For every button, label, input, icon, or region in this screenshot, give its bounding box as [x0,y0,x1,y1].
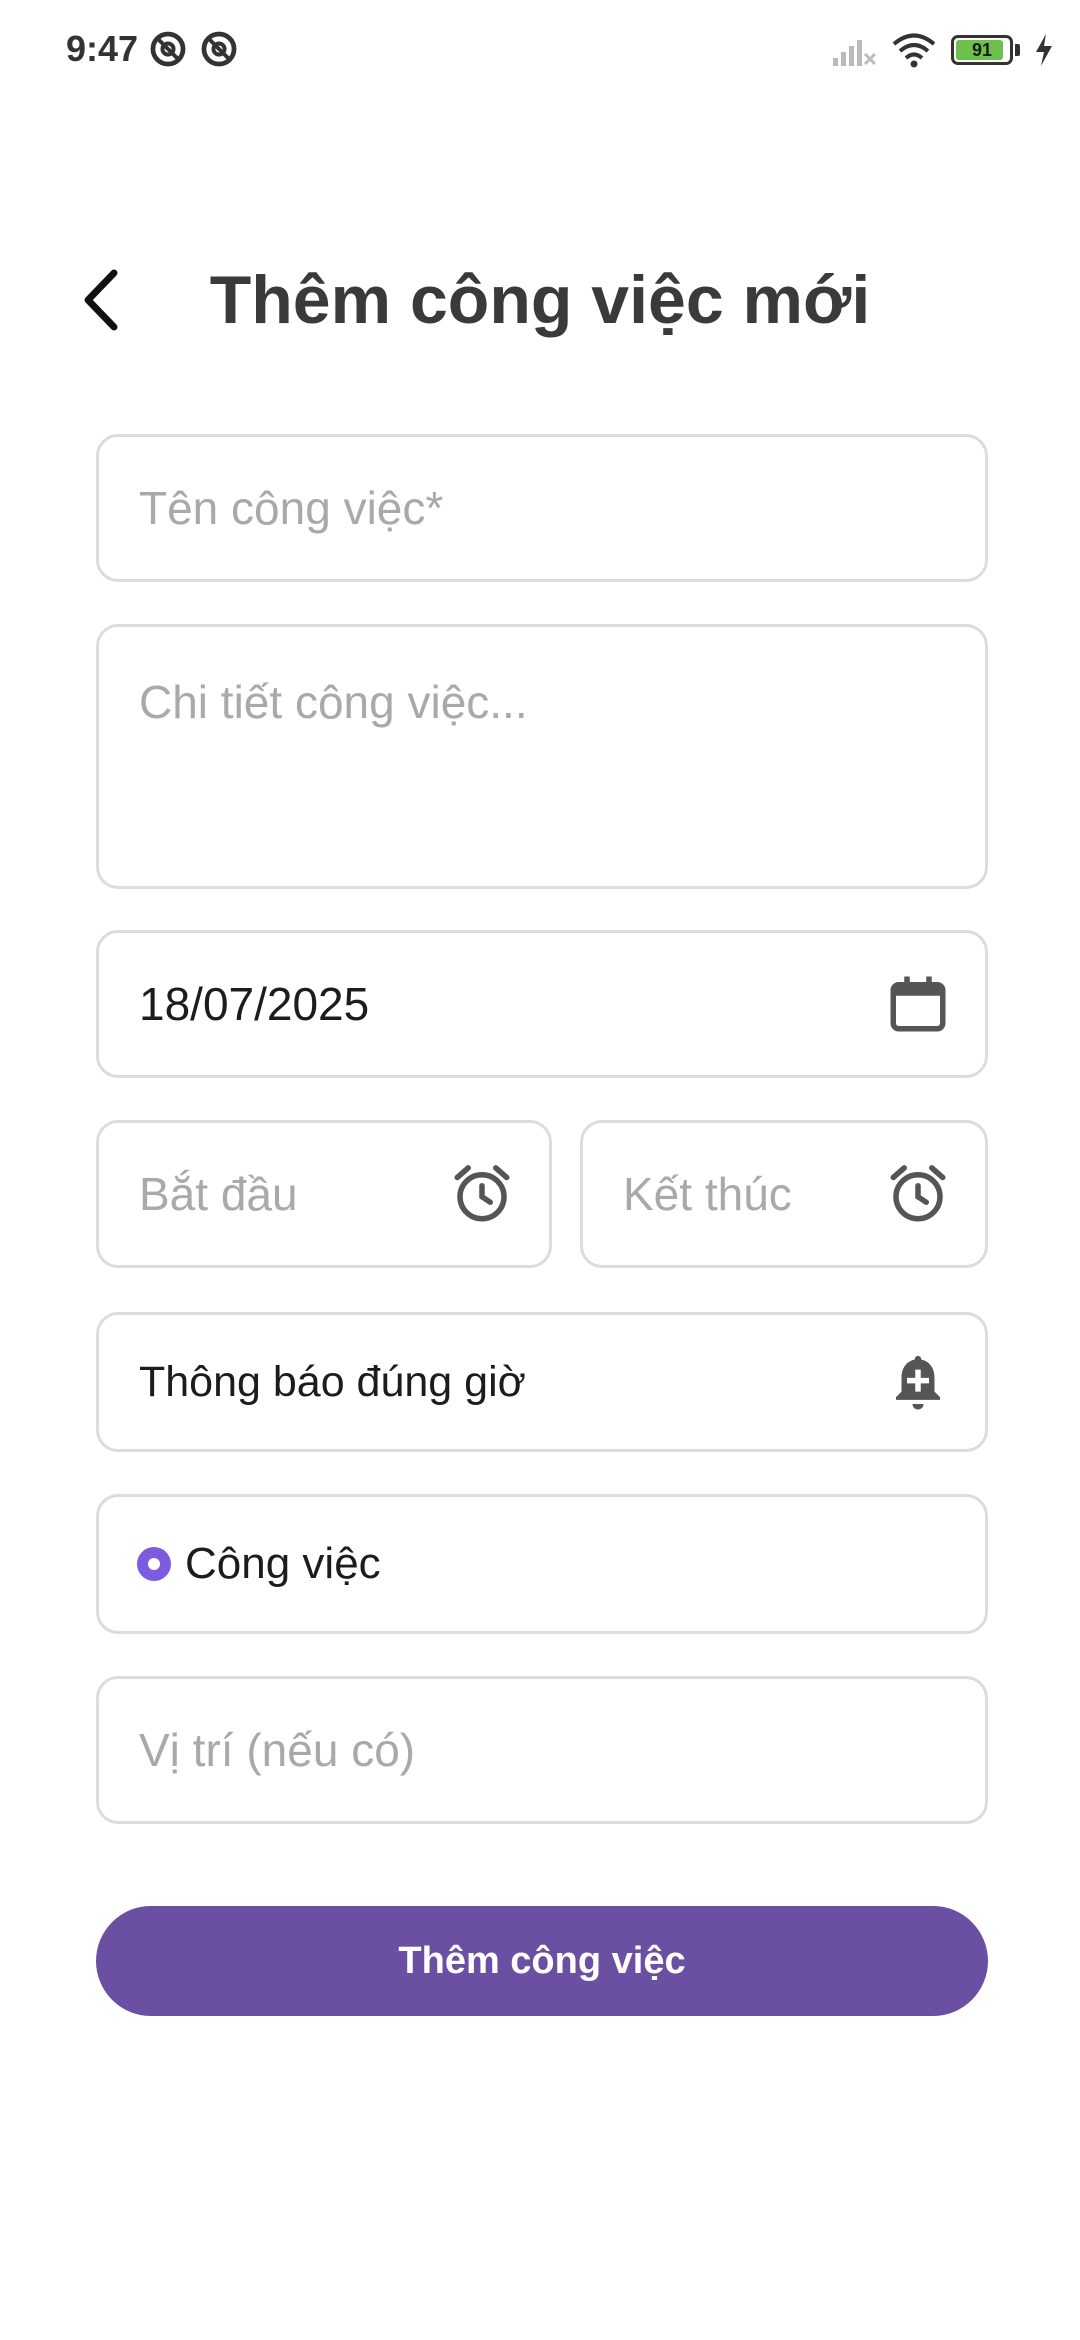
status-bar: 9:47 91 [0,0,1080,100]
task-name-placeholder: Tên công việc* [139,482,444,534]
battery-cap [1015,44,1020,56]
battery-icon: 91 [951,35,1013,65]
page-title: Thêm công việc mới [209,262,871,338]
task-type-label: Công việc [185,1539,381,1588]
start-time-placeholder: Bắt đầu [139,1168,298,1220]
battery-level-text: 91 [971,40,993,60]
alarm-icon[interactable] [885,1161,951,1227]
end-time-field[interactable]: Kết thúc [580,1120,988,1268]
back-arrow-icon [84,269,118,331]
location-placeholder: Vị trí (nếu có) [139,1724,416,1776]
calendar-icon[interactable] [885,971,951,1037]
back-button[interactable] [60,255,140,345]
date-value: 18/07/2025 [139,978,370,1030]
notification-select[interactable]: Thông báo đúng giờ [96,1312,988,1452]
type-radio[interactable] [137,1547,171,1581]
signal-icon [833,40,877,66]
radio-dot [148,1558,160,1570]
task-detail-placeholder: Chi tiết công việc... [139,676,528,728]
start-time-field[interactable]: Bắt đầu [96,1120,552,1268]
wifi-icon [892,33,936,68]
dnd-icon [201,31,237,67]
notification-value: Thông báo đúng giờ [139,1357,526,1406]
dnd-icon [150,31,186,67]
charging-icon [1036,34,1052,66]
alarm-icon[interactable] [449,1161,515,1227]
status-icons: 91 [831,28,1054,72]
task-name-input[interactable]: Tên công việc* [96,434,988,582]
bell-plus-icon[interactable] [885,1349,951,1415]
task-detail-textarea[interactable]: Chi tiết công việc... [96,624,988,889]
location-input[interactable]: Vị trí (nếu có) [96,1676,988,1824]
add-task-button[interactable]: Thêm công việc [96,1906,988,2016]
status-time: 9:47 [66,28,139,69]
date-field[interactable]: 18/07/2025 [96,930,988,1078]
task-type-select[interactable]: Công việc [96,1494,988,1634]
end-time-placeholder: Kết thúc [623,1168,792,1220]
